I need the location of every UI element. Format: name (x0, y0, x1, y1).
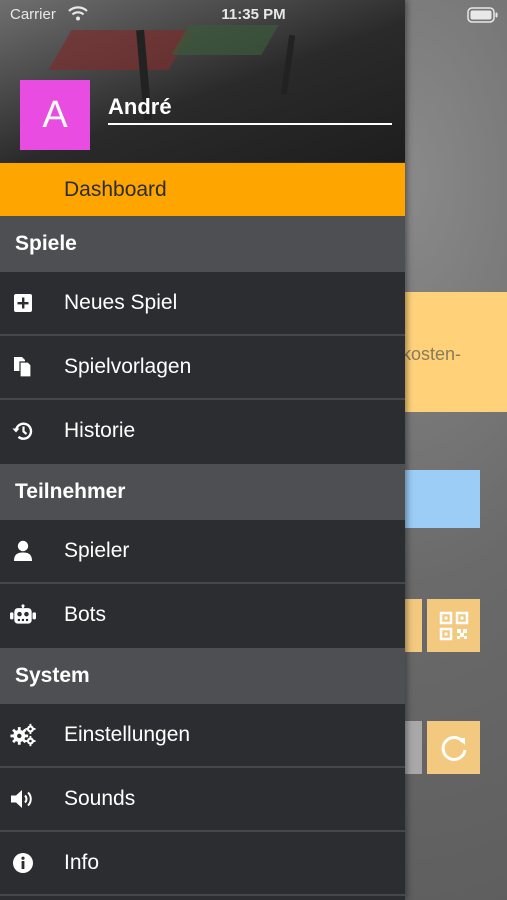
menu-item-bots[interactable]: Bots (0, 584, 405, 646)
refresh-button[interactable] (427, 721, 480, 774)
menu-item-label: Neues Spiel (64, 291, 178, 314)
menu-item-einstellungen[interactable]: Einstellungen (0, 704, 405, 766)
battery-icon (467, 7, 499, 27)
user-name[interactable]: André (108, 94, 392, 125)
avatar[interactable]: A (20, 80, 90, 150)
plus-square-icon (10, 290, 36, 316)
section-label: System (15, 664, 90, 687)
menu-item-label: Info (64, 851, 100, 874)
qr-code-button[interactable] (427, 599, 480, 652)
history-icon (10, 418, 36, 444)
menu-item-label: Bots (64, 603, 107, 626)
qr-code-icon (439, 611, 468, 640)
menu-item-neues-spiel[interactable]: Neues Spiel (0, 272, 405, 334)
menu-item-label: Spielvorlagen (64, 355, 192, 378)
header-background-decoration (48, 30, 192, 70)
menu-item-spieler[interactable]: Spieler (0, 520, 405, 582)
user-icon (10, 538, 36, 564)
menu-item-sounds[interactable]: Sounds (0, 768, 405, 830)
section-header-system: System (0, 648, 405, 704)
info-icon (10, 850, 36, 876)
menu-item-label: Historie (64, 419, 136, 442)
section-label: Spiele (15, 232, 77, 255)
header-background-decoration (280, 34, 296, 96)
refresh-icon (441, 735, 466, 761)
menu-divider (0, 894, 405, 896)
menu-item-label: Einstellungen (64, 723, 191, 746)
section-header-spiele: Spiele (0, 216, 405, 272)
menu-item-historie[interactable]: Historie (0, 400, 405, 462)
volume-icon (10, 786, 36, 812)
menu-item-label: Sounds (64, 787, 136, 810)
menu-item-info[interactable]: Info (0, 832, 405, 894)
gears-icon (10, 722, 36, 748)
copy-icon (10, 354, 36, 380)
navigation-drawer: A André Dashboard Spiele Neues Spiel Spi… (0, 0, 405, 900)
status-bar: Carrier 11:35 PM (0, 0, 507, 30)
menu-item-label: Spieler (64, 539, 130, 562)
section-label: Teilnehmer (15, 480, 126, 503)
menu-item-dashboard[interactable]: Dashboard (0, 163, 405, 216)
menu-item-spielvorlagen[interactable]: Spielvorlagen (0, 336, 405, 398)
status-time: 11:35 PM (221, 6, 286, 23)
robot-icon (10, 602, 36, 628)
menu-item-label: Dashboard (64, 177, 167, 201)
section-header-teilnehmer: Teilnehmer (0, 464, 405, 520)
